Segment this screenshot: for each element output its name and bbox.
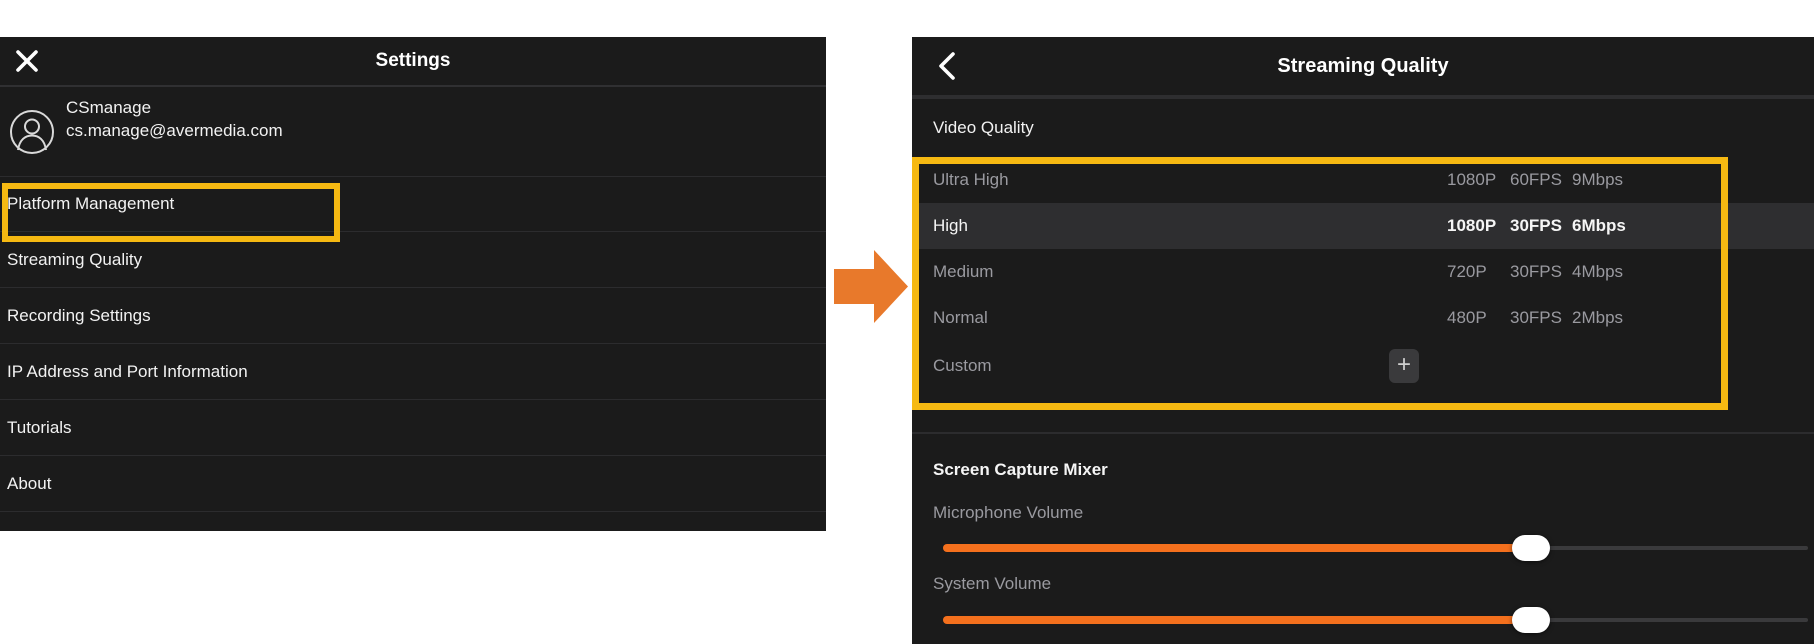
screen-capture-mixer-title: Screen Capture Mixer [933,460,1108,480]
system-volume-slider[interactable] [943,607,1808,633]
back-button[interactable] [934,51,964,81]
quality-bitrate: 2Mbps [1572,308,1623,328]
settings-header: Settings [0,37,826,87]
quality-options-list: Ultra High 1080P 60FPS 9Mbps High 1080P … [912,157,1814,391]
settings-panel: Settings CSmanage cs.manage@avermedia.co… [0,37,826,531]
video-quality-section-label: Video Quality [933,118,1034,138]
menu-item-streaming-quality[interactable]: Streaming Quality [0,232,826,288]
slider-thumb[interactable] [1512,535,1550,561]
quality-fps: 30FPS [1510,262,1562,282]
plus-icon: + [1397,351,1411,378]
system-volume-label: System Volume [933,574,1051,594]
quality-row-high[interactable]: High 1080P 30FPS 6Mbps [912,203,1814,249]
menu-item-about[interactable]: About [0,456,826,512]
menu-item-platform-management[interactable]: Platform Management [0,176,826,232]
quality-resolution: 480P [1447,308,1487,328]
slider-fill [943,544,1531,552]
quality-row-custom[interactable]: Custom + [912,341,1814,391]
slider-thumb[interactable] [1512,607,1550,633]
quality-bitrate: 4Mbps [1572,262,1623,282]
quality-label: High [933,216,968,236]
streaming-quality-title: Streaming Quality [912,37,1814,95]
slider-fill [943,616,1531,624]
close-button[interactable] [12,46,42,76]
quality-resolution: 1080P [1447,170,1496,190]
quality-fps: 60FPS [1510,170,1562,190]
microphone-volume-slider[interactable] [943,535,1808,561]
settings-menu: Platform Management Streaming Quality Re… [0,176,826,512]
avatar-icon [9,109,55,155]
menu-item-tutorials[interactable]: Tutorials [0,400,826,456]
streaming-quality-header: Streaming Quality [912,37,1814,99]
quality-label: Custom [933,356,992,376]
quality-bitrate: 9Mbps [1572,170,1623,190]
quality-resolution: 720P [1447,262,1487,282]
microphone-volume-label: Microphone Volume [933,503,1083,523]
menu-item-ip-address[interactable]: IP Address and Port Information [0,344,826,400]
settings-title: Settings [0,37,826,85]
quality-bitrate: 6Mbps [1572,216,1626,236]
account-name: CSmanage [66,97,151,119]
quality-label: Ultra High [933,170,1009,190]
chevron-left-icon [934,68,964,85]
quality-fps: 30FPS [1510,216,1562,236]
right-arrow-icon [834,250,908,323]
quality-row-normal[interactable]: Normal 480P 30FPS 2Mbps [912,295,1814,341]
add-custom-quality-button[interactable]: + [1389,349,1419,383]
close-icon [12,63,42,80]
quality-label: Normal [933,308,988,328]
quality-row-ultra-high[interactable]: Ultra High 1080P 60FPS 9Mbps [912,157,1814,203]
account-row[interactable]: CSmanage cs.manage@avermedia.com [0,87,826,177]
streaming-quality-panel: Streaming Quality Video Quality Ultra Hi… [912,37,1814,644]
section-divider [912,432,1814,434]
menu-item-recording-settings[interactable]: Recording Settings [0,288,826,344]
quality-label: Medium [933,262,993,282]
quality-row-medium[interactable]: Medium 720P 30FPS 4Mbps [912,249,1814,295]
quality-fps: 30FPS [1510,308,1562,328]
account-email: cs.manage@avermedia.com [66,120,283,142]
quality-resolution: 1080P [1447,216,1496,236]
